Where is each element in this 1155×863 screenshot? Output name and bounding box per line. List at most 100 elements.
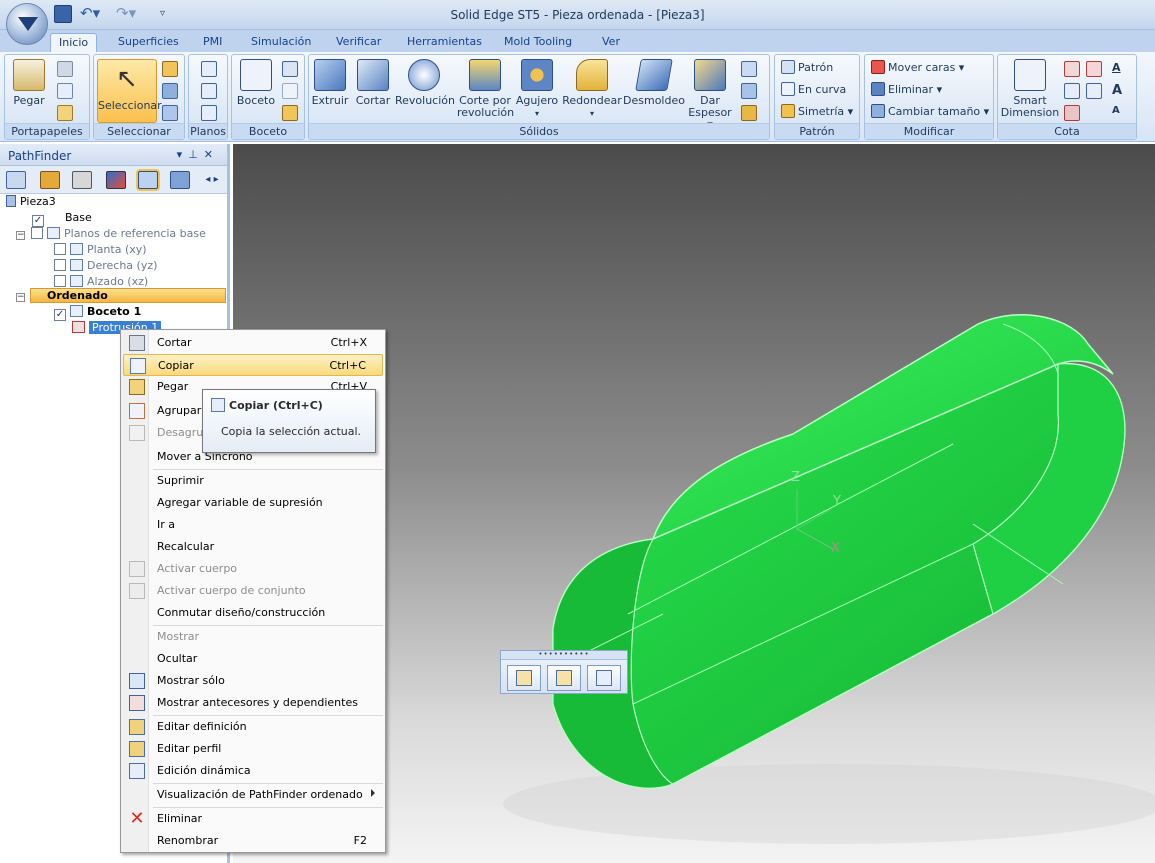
sensors-icon[interactable]	[40, 171, 60, 189]
ref-planes-checkbox[interactable]	[31, 227, 43, 239]
round-button[interactable]: Redondear ▾	[561, 59, 623, 120]
menu-item-cut[interactable]: Cortar Ctrl+X	[123, 332, 383, 354]
menu-item-delete[interactable]: ✕ Eliminar	[123, 808, 383, 830]
menu-item-show-parents-children[interactable]: Mostrar antecesores y dependientes	[123, 692, 383, 714]
menu-item-go-to[interactable]: Ir a	[123, 514, 383, 536]
pathfinder-header: PathFinder ▾⊥✕	[0, 144, 227, 166]
tab-herramientas[interactable]: Herramientas	[399, 33, 490, 52]
extrude-button[interactable]: Extruir	[311, 59, 349, 107]
select-button[interactable]: ↖ Seleccionar	[97, 59, 162, 123]
tab-ver[interactable]: Ver	[594, 33, 628, 52]
collapse-icon[interactable]: −	[16, 231, 25, 240]
command-bar-grip[interactable]: ••••••••••	[501, 651, 627, 660]
sketch-3d-icon[interactable]	[282, 61, 298, 77]
paste-special-icon[interactable]	[57, 105, 73, 121]
text-style-icon[interactable]: A	[1112, 61, 1128, 77]
scroll-tabs-icon[interactable]: ◂ ▸	[202, 171, 222, 189]
tree-node-base[interactable]: ✓ Base	[32, 210, 92, 227]
distance-between-icon[interactable]	[1064, 61, 1080, 77]
menu-item-show-only[interactable]: Mostrar sólo	[123, 670, 383, 692]
menu-item-edit-definition[interactable]: Editar definición	[123, 716, 383, 738]
pattern-button[interactable]: Patrón	[781, 59, 833, 77]
coordinate-dimension-icon[interactable]	[1064, 83, 1080, 99]
rib-icon[interactable]	[741, 105, 757, 121]
sketch-project-icon[interactable]	[282, 83, 298, 99]
hole-button[interactable]: Agujero ▾	[515, 59, 559, 120]
select-box-icon[interactable]	[162, 61, 178, 77]
dynamic-edit-quick-button[interactable]	[587, 665, 621, 691]
layers-icon[interactable]	[6, 171, 26, 189]
move-faces-button[interactable]: Mover caras ▾	[871, 59, 964, 77]
group-boceto: Boceto Boceto	[231, 54, 305, 140]
thin-wall-button[interactable]: Dar Espesor ▾	[685, 59, 735, 131]
menu-item-suppress[interactable]: Suprimir	[123, 470, 383, 492]
plane-top-checkbox[interactable]	[54, 243, 66, 255]
collapse-icon[interactable]: −	[16, 293, 25, 302]
decrease-font-icon[interactable]: A	[1112, 105, 1128, 121]
normal-protrusion-icon[interactable]	[741, 83, 757, 99]
tree-node-ordered[interactable]: − Ordenado	[16, 288, 108, 304]
tab-pmi[interactable]: PMI	[195, 33, 230, 52]
tree-node-plane-top[interactable]: Planta (xy)	[54, 242, 147, 258]
delete-faces-button[interactable]: Eliminar ▾	[871, 81, 942, 99]
menu-item-dynamic-edit[interactable]: Edición dinámica	[123, 760, 383, 782]
edit-profile-quick-button[interactable]	[547, 665, 581, 691]
tree-node-root[interactable]: Pieza3	[6, 194, 56, 210]
angular-coordinate-icon[interactable]	[1064, 105, 1080, 121]
menu-item-toggle-design-construction[interactable]: Conmutar diseño/construcción	[123, 602, 383, 624]
tooltip-title: Copiar (Ctrl+C)	[229, 399, 323, 412]
paste-icon	[129, 379, 145, 395]
tree-node-sketch1[interactable]: ✓ Boceto 1	[54, 304, 141, 321]
symmetric-diameter-icon[interactable]	[1086, 83, 1102, 99]
feature-library-icon[interactable]	[170, 171, 190, 189]
cut-icon[interactable]	[57, 61, 73, 77]
tree-node-ref-planes[interactable]: − Planos de referencia base	[16, 226, 206, 242]
menu-item-edit-profile[interactable]: Editar perfil	[123, 738, 383, 760]
tree-node-plane-right[interactable]: Derecha (yz)	[54, 258, 157, 274]
coordinate-system-icon[interactable]	[201, 105, 217, 121]
revolve-button[interactable]: Revolución	[395, 59, 455, 107]
draft-button[interactable]: Desmoldeo	[623, 59, 685, 107]
plane-coincident-icon[interactable]	[201, 61, 217, 77]
resize-button[interactable]: Cambiar tamaño ▾	[871, 103, 989, 121]
copy-icon	[130, 358, 146, 374]
pattern-along-curve-button[interactable]: En curva	[781, 81, 846, 99]
smart-dimension-button[interactable]: Smart Dimension	[1000, 59, 1060, 119]
tab-superficies[interactable]: Superficies	[110, 33, 187, 52]
menu-item-rename[interactable]: Renombrar F2	[123, 830, 383, 852]
tab-verificar[interactable]: Verificar	[328, 33, 389, 52]
tab-mold-tooling[interactable]: Mold Tooling	[496, 33, 580, 52]
feature-tree-icon[interactable]	[138, 171, 158, 189]
sketch-edit-icon[interactable]	[282, 105, 298, 121]
cut-button[interactable]: Cortar	[353, 59, 393, 107]
revolved-cut-button[interactable]: Corte por revolución	[457, 59, 514, 119]
menu-item-add-suppression-variable[interactable]: Agregar variable de supresión	[123, 492, 383, 514]
angle-between-icon[interactable]	[1086, 61, 1102, 77]
plane-right-checkbox[interactable]	[54, 259, 66, 271]
helix-icon[interactable]	[741, 61, 757, 77]
copy-icon[interactable]	[57, 83, 73, 99]
live-rules-icon[interactable]	[72, 171, 92, 189]
group-label-boceto: Boceto	[232, 123, 304, 139]
tab-simulacion[interactable]: Simulación	[243, 33, 319, 52]
menu-item-hide[interactable]: Ocultar	[123, 648, 383, 670]
plane-front-checkbox[interactable]	[54, 275, 66, 287]
increase-font-icon[interactable]: A	[1112, 83, 1128, 99]
plane-angle-icon[interactable]	[201, 83, 217, 99]
application-menu-button[interactable]	[6, 3, 48, 45]
sketch-button[interactable]: Boceto	[236, 59, 276, 107]
mirror-button[interactable]: Simetría ▾	[781, 103, 853, 121]
select-tools-icon[interactable]	[162, 105, 178, 121]
menu-item-recompute[interactable]: Recalcular	[123, 536, 383, 558]
family-of-parts-icon[interactable]	[106, 171, 126, 189]
select-filter-icon[interactable]	[162, 83, 178, 99]
paste-button[interactable]: Pegar	[11, 59, 47, 107]
menu-item-pathfinder-view[interactable]: Visualización de PathFinder ordenado	[123, 784, 383, 806]
edit-definition-quick-button[interactable]	[507, 665, 541, 691]
sketch1-checkbox[interactable]: ✓	[54, 309, 66, 321]
curve-pattern-icon	[781, 82, 795, 96]
edit-definition-icon	[129, 719, 145, 735]
tab-inicio[interactable]: Inicio	[50, 33, 98, 52]
pathfinder-window-controls[interactable]: ▾⊥✕	[177, 148, 219, 161]
menu-item-copy[interactable]: Copiar Ctrl+C	[123, 354, 383, 376]
